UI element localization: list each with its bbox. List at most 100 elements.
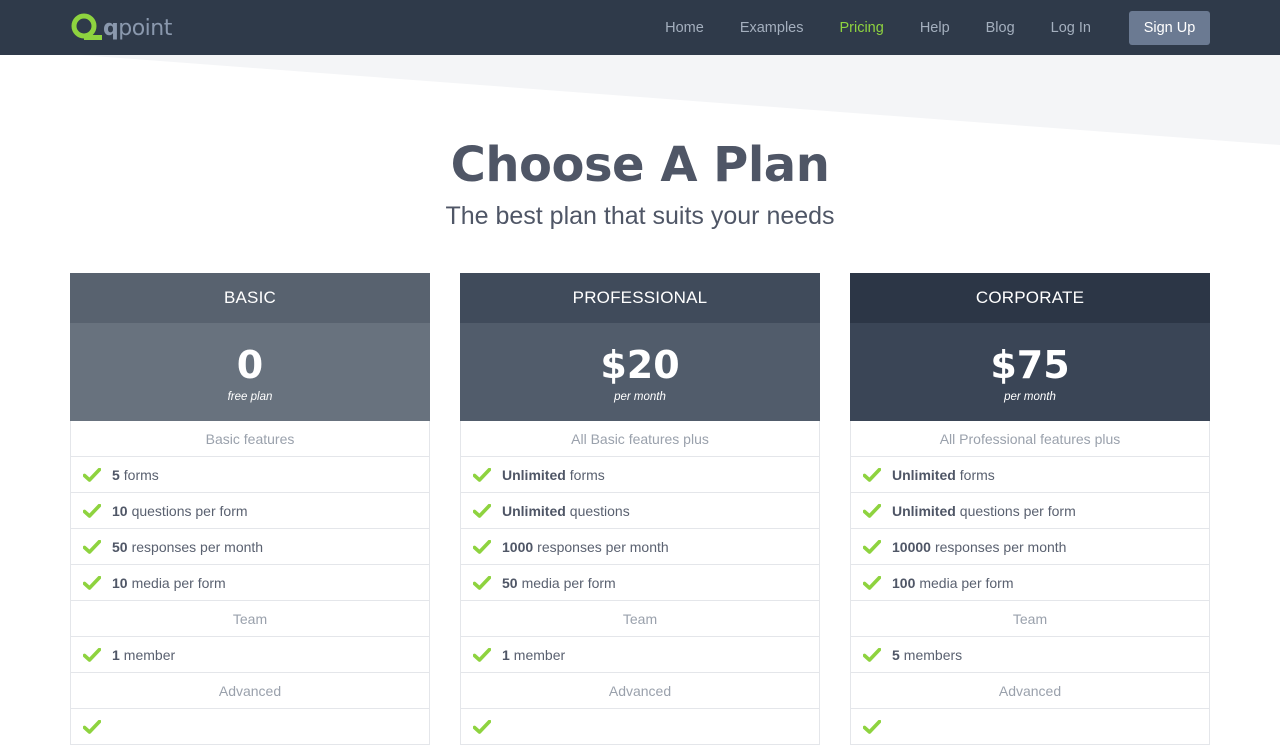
check-icon [863,467,881,482]
team-label: member [513,646,566,663]
check-icon [83,647,101,662]
feature-value: 5 [112,466,120,483]
plan-name: BASIC [70,273,430,323]
nav-link-login[interactable]: Log In [1051,20,1091,36]
feature-label: responses per month [934,538,1067,555]
feature-value: Unlimited [502,502,566,519]
plan-card-professional: PROFESSIONAL $20 per month All Basic fea… [460,273,820,745]
section-header: Basic features [71,421,429,457]
check-icon [863,647,881,662]
plan-price: $20 [600,343,680,387]
check-icon [83,719,101,734]
feature-label: forms [569,466,605,483]
team-item: 1 member [71,637,429,673]
feature-label: media per form [131,574,226,591]
team-item: 5 members [851,637,1209,673]
advanced-item [851,709,1209,745]
nav-link-examples[interactable]: Examples [740,20,804,36]
nav-link-home[interactable]: Home [665,20,704,36]
feature-item: 100 media per form [851,565,1209,601]
feature-value: 100 [892,574,916,591]
team-label: members [903,646,963,663]
feature-label: media per form [919,574,1014,591]
section-header-team: Team [851,601,1209,637]
nav-links: Home Examples Pricing Help Blog Log In S… [629,0,1210,55]
feature-label: questions per form [959,502,1076,519]
feature-label: media per form [521,574,616,591]
plan-price: 0 [236,343,264,387]
feature-item: Unlimited forms [461,457,819,493]
check-icon [863,503,881,518]
feature-value: Unlimited [892,502,956,519]
advanced-item [71,709,429,745]
feature-value: 1000 [502,538,534,555]
feature-item: 5 forms [71,457,429,493]
feature-label: forms [959,466,995,483]
team-value: 5 [892,646,900,663]
plan-card-corporate: CORPORATE $75 per month All Professional… [850,273,1210,745]
check-icon [473,539,491,554]
logo-text-rest: point [118,15,172,41]
feature-label: responses per month [537,538,669,555]
feature-label: questions [569,502,630,519]
feature-item: 10000 responses per month [851,529,1209,565]
feature-value: 50 [502,574,518,591]
plan-card-basic: BASIC 0 free plan Basic features 5 forms … [70,273,430,745]
page-subtitle: The best plan that suits your needs [445,202,835,230]
plan-price-panel: $20 per month [460,323,820,421]
signup-button[interactable]: Sign Up [1129,10,1210,45]
feature-label: questions per form [131,502,248,519]
nav-link-help[interactable]: Help [920,20,950,36]
team-value: 1 [502,646,510,663]
feature-value: 10 [112,502,128,519]
feature-item: 50 responses per month [71,529,429,565]
feature-item: 1000 responses per month [461,529,819,565]
feature-label: responses per month [131,538,264,555]
feature-list: All Basic features plus Unlimited forms U… [460,421,820,745]
feature-value: 10000 [892,538,931,555]
check-icon [473,647,491,662]
nav-link-pricing[interactable]: Pricing [839,20,883,36]
feature-item: Unlimited questions per form [851,493,1209,529]
feature-list: Basic features 5 forms 10 questions per fo… [70,421,430,745]
feature-value: Unlimited [502,466,566,483]
plan-name: CORPORATE [850,273,1210,323]
feature-item: 10 media per form [71,565,429,601]
feature-item: Unlimited questions [461,493,819,529]
feature-value: Unlimited [892,466,956,483]
nav-link-blog[interactable]: Blog [986,20,1015,36]
check-icon [83,467,101,482]
check-icon [473,575,491,590]
check-icon [473,719,491,734]
check-icon [863,539,881,554]
team-item: 1 member [461,637,819,673]
team-label: member [123,646,176,663]
feature-item: 50 media per form [461,565,819,601]
section-header: All Professional features plus [851,421,1209,457]
plan-price-panel: $75 per month [850,323,1210,421]
check-icon [863,575,881,590]
advanced-item [461,709,819,745]
check-icon [83,503,101,518]
logo-text-q: q [103,15,119,41]
feature-value: 10 [112,574,128,591]
feature-value: 50 [112,538,128,555]
section-header-team: Team [71,601,429,637]
check-icon [83,575,101,590]
section-header-advanced: Advanced [851,673,1209,709]
plan-price: $75 [990,343,1070,387]
qpoint-logo-icon [71,13,102,40]
plan-period: per month [614,391,666,403]
plan-period: per month [1004,391,1056,403]
section-header-advanced: Advanced [461,673,819,709]
feature-label: forms [123,466,159,483]
check-icon [473,467,491,482]
plan-price-panel: 0 free plan [70,323,430,421]
background-wedge [80,55,1280,145]
check-icon [83,539,101,554]
section-header: All Basic features plus [461,421,819,457]
top-navbar: qpoint Home Examples Pricing Help Blog L… [0,0,1280,55]
section-header-advanced: Advanced [71,673,429,709]
qpoint-logo[interactable]: qpoint [70,12,172,42]
plan-period: free plan [227,391,273,403]
